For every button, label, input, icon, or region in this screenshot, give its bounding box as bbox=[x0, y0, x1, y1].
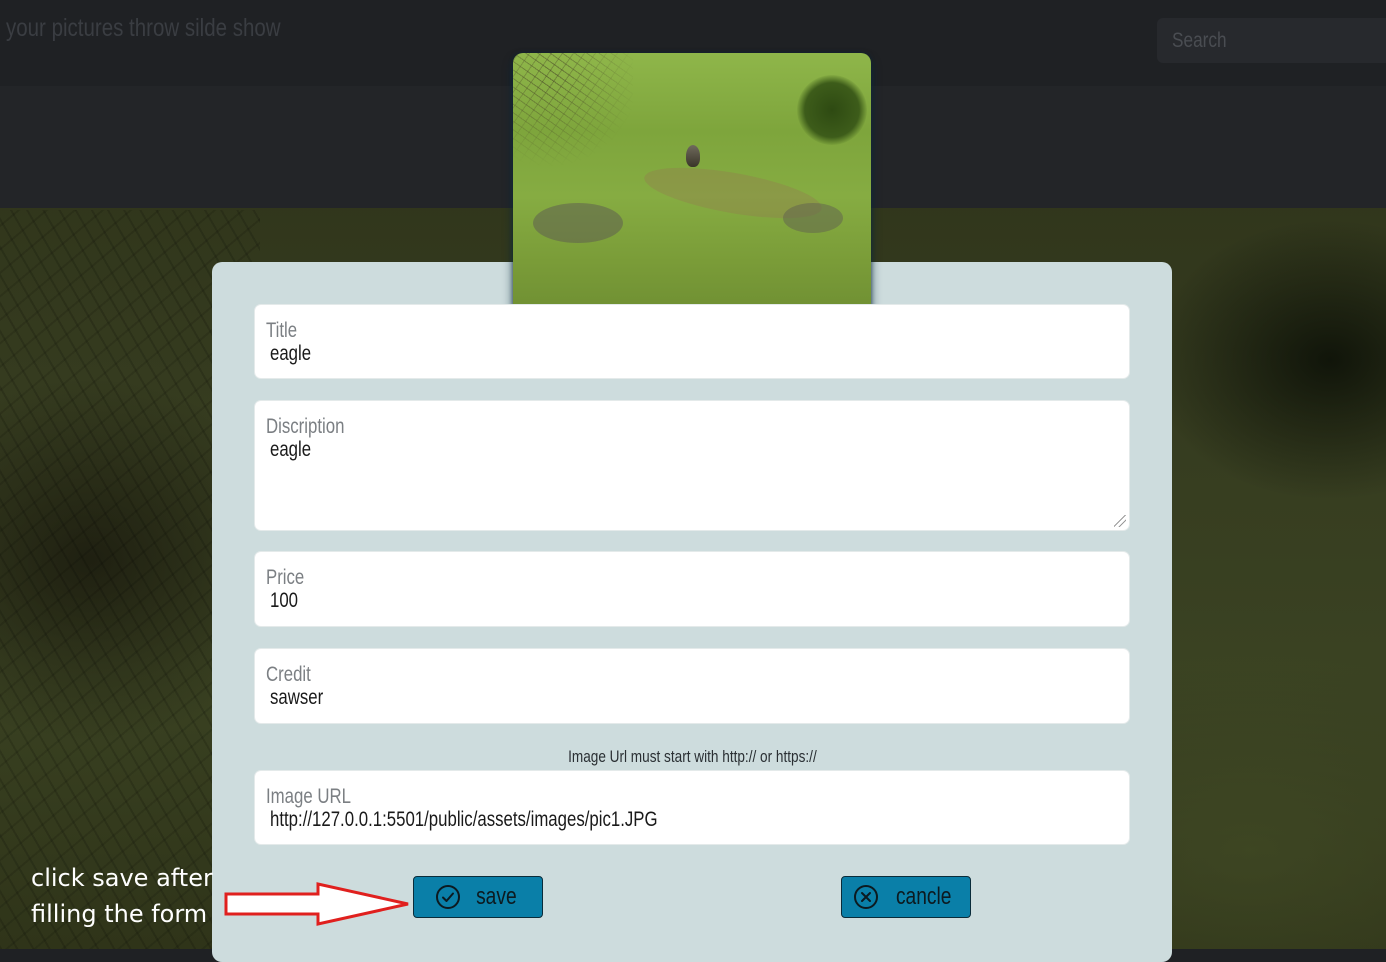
cancel-button[interactable]: cancle bbox=[841, 876, 971, 918]
instruction-line-2: filling the form bbox=[31, 900, 208, 928]
save-label: save bbox=[475, 883, 517, 910]
title-value[interactable]: eagle bbox=[270, 342, 311, 366]
preview-eagle bbox=[686, 145, 700, 167]
preview-rocks bbox=[533, 203, 623, 243]
preview-bush bbox=[797, 75, 867, 145]
title-field[interactable]: Title eagle bbox=[255, 305, 1129, 378]
preview-rocks bbox=[783, 203, 843, 233]
search-placeholder: Search bbox=[1172, 29, 1227, 52]
search-input[interactable]: Search bbox=[1157, 18, 1386, 63]
arrow-pointer-icon bbox=[224, 882, 409, 926]
cancel-label: cancle bbox=[896, 883, 952, 910]
x-circle-icon bbox=[854, 885, 879, 909]
description-field[interactable]: Discription eagle bbox=[255, 401, 1129, 530]
credit-value[interactable]: sawser bbox=[270, 686, 323, 710]
credit-field[interactable]: Credit sawser bbox=[255, 649, 1129, 723]
brand-title[interactable]: your pictures throw silde show bbox=[6, 14, 281, 43]
image-url-field[interactable]: Image URL http://127.0.0.1:5501/public/a… bbox=[255, 771, 1129, 844]
title-label: Title bbox=[266, 319, 298, 342]
price-label: Price bbox=[266, 566, 305, 589]
credit-label: Credit bbox=[266, 663, 311, 686]
check-circle-icon bbox=[435, 885, 460, 909]
description-label: Discription bbox=[266, 415, 345, 438]
price-field[interactable]: Price 100 bbox=[255, 552, 1129, 626]
url-hint: Image Url must start with http:// or htt… bbox=[255, 747, 1129, 767]
price-value[interactable]: 100 bbox=[270, 589, 298, 613]
save-button[interactable]: save bbox=[413, 876, 543, 918]
image-url-label: Image URL bbox=[266, 785, 351, 808]
url-hint-text: Image Url must start with http:// or htt… bbox=[567, 747, 817, 766]
image-url-value[interactable]: http://127.0.0.1:5501/public/assets/imag… bbox=[270, 808, 658, 832]
description-value[interactable]: eagle bbox=[270, 438, 311, 462]
resize-handle-icon[interactable] bbox=[1114, 515, 1126, 527]
image-preview bbox=[513, 53, 871, 314]
instruction-note: click save after filling the form bbox=[31, 860, 213, 932]
preview-tree bbox=[513, 53, 633, 173]
instruction-line-1: click save after bbox=[31, 864, 213, 892]
